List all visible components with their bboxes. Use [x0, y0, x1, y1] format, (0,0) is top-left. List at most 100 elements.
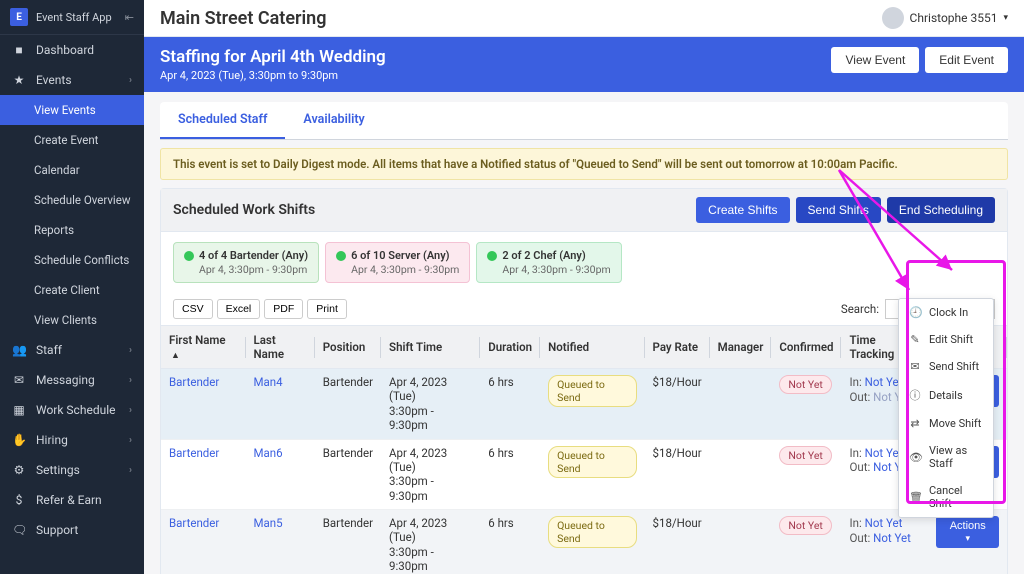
shift-chip[interactable]: 4 of 4 Bartender (Any)Apr 4, 3:30pm - 9:…	[173, 242, 319, 283]
position-cell: Bartender	[315, 369, 381, 440]
sidebar-sub-calendar[interactable]: Calendar	[0, 155, 144, 185]
table-row: BartenderMan5BartenderApr 4, 2023 (Tue)3…	[161, 510, 1007, 574]
sidebar-item-label: Events	[36, 73, 72, 87]
menu-item-label: Edit Shift	[929, 333, 973, 346]
column-header[interactable]: Last Name	[246, 326, 315, 369]
edit-event-button[interactable]: Edit Event	[925, 47, 1008, 73]
last-name-link[interactable]: Man5	[254, 516, 283, 530]
sidebar-item-work-schedule[interactable]: ▦Work Schedule›	[0, 395, 144, 425]
menu-item-cancel-shift[interactable]: 🗑Cancel Shift	[899, 477, 993, 517]
clock-out-link[interactable]: Not Yet	[873, 531, 911, 545]
confirmed-badge: Not Yet	[779, 516, 832, 535]
actions-button[interactable]: Actions	[936, 516, 999, 548]
chevron-right-icon: ›	[129, 405, 132, 416]
shift-summary-chips: 4 of 4 Bartender (Any)Apr 4, 3:30pm - 9:…	[161, 232, 1007, 293]
menu-item-move-shift[interactable]: ⇄Move Shift	[899, 410, 993, 437]
actions-dropdown-menu: 🕘Clock In✎Edit Shift✉Send ShiftⓘDetails⇄…	[898, 298, 994, 518]
sidebar-sub-create-event[interactable]: Create Event	[0, 125, 144, 155]
sidebar-item-hiring[interactable]: ✋Hiring›	[0, 425, 144, 455]
sidebar-icon: ✋	[12, 433, 26, 447]
user-name[interactable]: Christophe 3551	[910, 11, 998, 25]
duration-cell: 6 hrs	[480, 439, 540, 510]
first-name-link[interactable]: Bartender	[169, 375, 219, 389]
tab-scheduled-staff[interactable]: Scheduled Staff	[160, 102, 285, 139]
avatar[interactable]	[882, 7, 904, 29]
sidebar-item-messaging[interactable]: ✉Messaging›	[0, 365, 144, 395]
notified-badge: Queued to Send	[548, 446, 636, 478]
sidebar-sub-schedule-overview[interactable]: Schedule Overview	[0, 185, 144, 215]
export-pdf-button[interactable]: PDF	[264, 299, 303, 319]
sidebar-icon: ■	[12, 43, 26, 57]
table-row: BartenderMan4BartenderApr 4, 2023 (Tue)3…	[161, 369, 1007, 440]
column-header[interactable]: Duration	[480, 326, 540, 369]
column-header[interactable]: Notified	[540, 326, 644, 369]
sidebar-icon: ⚙	[12, 463, 26, 477]
menu-item-icon: ✉	[909, 360, 921, 373]
end-scheduling-button[interactable]: End Scheduling	[887, 197, 995, 223]
view-event-button[interactable]: View Event	[831, 47, 919, 73]
sidebar-sub-view-clients[interactable]: View Clients	[0, 305, 144, 335]
sidebar-sub-view-events[interactable]: View Events	[0, 95, 144, 125]
confirmed-badge: Not Yet	[779, 375, 832, 394]
sidebar-item-events[interactable]: ★Events›	[0, 65, 144, 95]
sidebar: E Event Staff App ⇤ ■Dashboard★Events›Vi…	[0, 0, 144, 574]
work-shifts-panel: Scheduled Work Shifts Create Shifts Send…	[160, 188, 1008, 574]
shift-time-cell: Apr 4, 2023 (Tue)3:30pm - 9:30pm	[381, 439, 480, 510]
chevron-right-icon: ›	[129, 75, 132, 86]
first-name-link[interactable]: Bartender	[169, 446, 219, 460]
clock-in-link[interactable]: Not Yet	[865, 516, 903, 530]
tab-availability[interactable]: Availability	[285, 102, 382, 139]
menu-item-send-shift[interactable]: ✉Send Shift	[899, 353, 993, 380]
menu-item-icon: 🕘	[909, 306, 921, 319]
time-tracking-cell: In: Not YetOut: Not Yet	[841, 510, 928, 574]
column-header[interactable]: Pay Rate	[645, 326, 710, 369]
shift-chip[interactable]: 6 of 10 Server (Any)Apr 4, 3:30pm - 9:30…	[325, 242, 470, 283]
column-header[interactable]: Confirmed	[771, 326, 841, 369]
manager-cell	[710, 369, 772, 440]
sidebar-sub-schedule-conflicts[interactable]: Schedule Conflicts	[0, 245, 144, 275]
collapse-sidebar-icon[interactable]: ⇤	[125, 11, 134, 24]
sidebar-item-dashboard[interactable]: ■ Dashboard	[0, 35, 144, 65]
sidebar-item-support[interactable]: 🗨Support	[0, 515, 144, 545]
sidebar-item-refer-&-earn[interactable]: $Refer & Earn	[0, 485, 144, 515]
export-csv-button[interactable]: CSV	[173, 299, 213, 319]
sidebar-item-label: Messaging	[36, 373, 95, 387]
last-name-link[interactable]: Man6	[254, 446, 283, 460]
clock-in-link[interactable]: Not Yet	[865, 446, 903, 460]
column-header[interactable]: Manager	[710, 326, 772, 369]
page-header: Staffing for April 4th Wedding Apr 4, 20…	[144, 37, 1024, 92]
status-dot-icon	[184, 251, 194, 261]
create-shifts-button[interactable]: Create Shifts	[696, 197, 789, 223]
menu-item-clock-in[interactable]: 🕘 Clock In	[899, 299, 993, 326]
menu-item-view-as-staff[interactable]: 👁View as Staff	[899, 437, 993, 477]
menu-item-label: Clock In	[929, 306, 968, 319]
column-header[interactable]: First Name ▲	[161, 326, 246, 369]
sidebar-item-label: Dashboard	[36, 43, 94, 57]
main: Main Street Catering Christophe 3551 ▾ S…	[144, 0, 1024, 574]
column-header[interactable]: Position	[315, 326, 381, 369]
event-datetime: Apr 4, 2023 (Tue), 3:30pm to 9:30pm	[160, 69, 386, 82]
sidebar-sub-reports[interactable]: Reports	[0, 215, 144, 245]
duration-cell: 6 hrs	[480, 510, 540, 574]
menu-item-edit-shift[interactable]: ✎Edit Shift	[899, 326, 993, 353]
column-header[interactable]: Shift Time	[381, 326, 480, 369]
user-menu-caret-icon[interactable]: ▾	[1003, 13, 1008, 23]
menu-item-icon: 🗑	[909, 491, 921, 504]
table-row: BartenderMan6BartenderApr 4, 2023 (Tue)3…	[161, 439, 1007, 510]
sidebar-item-staff[interactable]: 👥Staff›	[0, 335, 144, 365]
send-shifts-button[interactable]: Send Shifts	[796, 197, 881, 223]
shift-chip[interactable]: 2 of 2 Chef (Any)Apr 4, 3:30pm - 9:30pm	[476, 242, 621, 283]
first-name-link[interactable]: Bartender	[169, 516, 219, 530]
last-name-link[interactable]: Man4	[254, 375, 283, 389]
sidebar-item-settings[interactable]: ⚙Settings›	[0, 455, 144, 485]
menu-item-icon: ⇄	[909, 417, 921, 430]
print-button[interactable]: Print	[307, 299, 347, 319]
app-name: Event Staff App	[36, 11, 117, 24]
pay-rate-cell: $18/Hour	[645, 510, 710, 574]
menu-item-details[interactable]: ⓘDetails	[899, 380, 993, 410]
sidebar-icon: ✉	[12, 373, 26, 387]
sidebar-sub-create-client[interactable]: Create Client	[0, 275, 144, 305]
clock-in-link[interactable]: Not Yet	[865, 375, 903, 389]
search-label: Search:	[841, 302, 879, 316]
export-excel-button[interactable]: Excel	[217, 299, 261, 319]
